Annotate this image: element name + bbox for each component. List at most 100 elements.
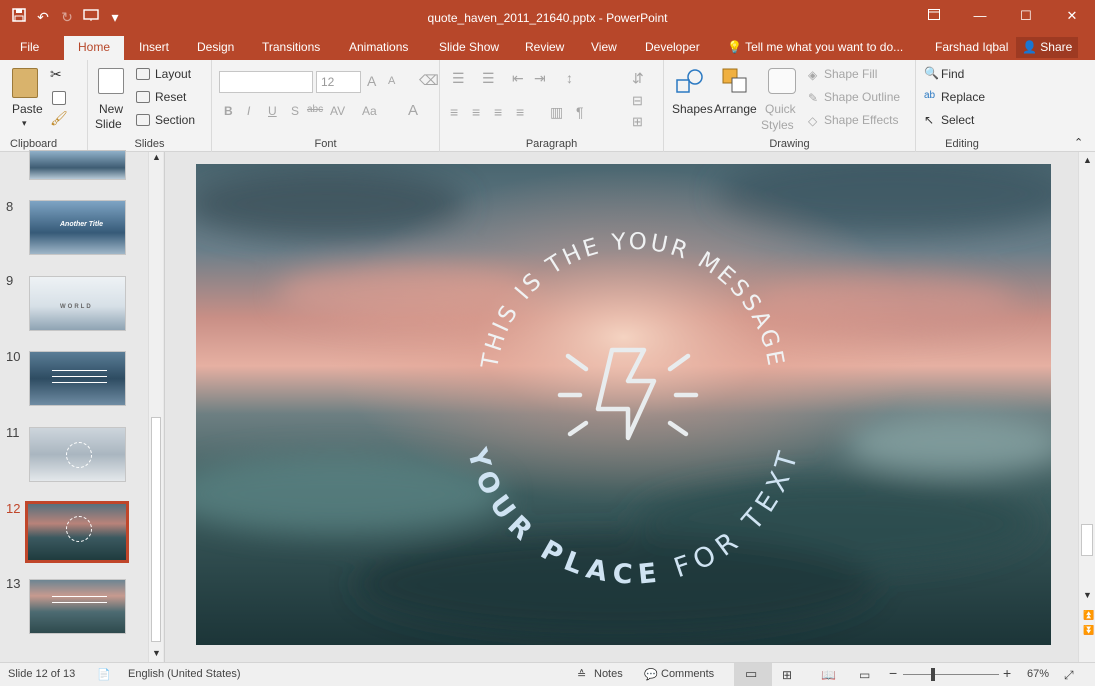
paste-button[interactable]: Paste: [12, 102, 43, 116]
shape-effects-button[interactable]: Shape Effects: [824, 113, 899, 127]
slide-sorter-icon[interactable]: ⊞: [782, 668, 792, 682]
scroll-down-icon[interactable]: ▼: [1083, 590, 1092, 600]
language-indicator[interactable]: English (United States): [128, 668, 241, 680]
tab-review[interactable]: Review: [525, 40, 564, 54]
new-slide-label-1[interactable]: New: [99, 102, 123, 116]
normal-view-icon[interactable]: ▭: [745, 666, 757, 682]
thumbnail-13[interactable]: [29, 579, 126, 634]
shapes-icon[interactable]: [676, 68, 704, 94]
slide-12[interactable]: THIS IS THE YOUR MESSAGE YOUR PLACE FOR …: [196, 164, 1051, 645]
strikethrough-button[interactable]: abc: [307, 104, 323, 115]
char-spacing-button[interactable]: AV: [330, 104, 345, 118]
share-button[interactable]: 👤 Share: [1016, 37, 1079, 58]
clear-formatting-icon[interactable]: ⌫: [419, 72, 439, 89]
shrink-font-icon[interactable]: A: [388, 75, 395, 87]
quick-styles-label-2[interactable]: Styles: [761, 118, 794, 132]
numbering-icon[interactable]: ☰: [482, 70, 495, 87]
zoom-level[interactable]: 67%: [1027, 668, 1049, 680]
text-direction-icon[interactable]: ⇵: [632, 70, 644, 87]
scroll-down-icon[interactable]: ▼: [152, 648, 161, 658]
underline-button[interactable]: U: [268, 104, 277, 118]
thumbnail-scroll-thumb[interactable]: [151, 417, 161, 642]
format-painter-icon[interactable]: 🖌: [50, 110, 68, 127]
cut-icon[interactable]: ✂: [50, 66, 62, 83]
next-slide-icon[interactable]: ⏬: [1083, 625, 1094, 636]
zoom-in-icon[interactable]: +: [1003, 665, 1011, 681]
tab-design[interactable]: Design: [197, 40, 234, 54]
tab-file[interactable]: File: [20, 40, 39, 54]
font-color-button[interactable]: A: [408, 102, 418, 119]
bold-button[interactable]: B: [224, 104, 233, 118]
font-size-input[interactable]: 12: [316, 71, 361, 93]
columns-icon[interactable]: ▥: [550, 104, 563, 121]
thumbnail-12-selected[interactable]: [25, 501, 129, 563]
thumbnail-7[interactable]: [29, 150, 126, 180]
slide-scroll-thumb[interactable]: [1081, 524, 1093, 556]
tab-home[interactable]: Home: [64, 36, 125, 60]
new-slide-icon[interactable]: [98, 68, 124, 94]
previous-slide-icon[interactable]: ⏫: [1083, 610, 1094, 621]
slideshow-view-icon[interactable]: ▭: [859, 668, 870, 682]
justify-icon[interactable]: ≡: [516, 104, 524, 120]
spelling-icon[interactable]: 📄: [97, 668, 111, 681]
zoom-slider[interactable]: [903, 674, 999, 675]
ribbon-display-icon[interactable]: [911, 0, 957, 32]
align-right-icon[interactable]: ≡: [494, 104, 502, 120]
user-name[interactable]: Farshad Iqbal: [935, 40, 1008, 54]
change-case-button[interactable]: Aa: [362, 104, 377, 118]
shape-fill-button[interactable]: Shape Fill: [824, 67, 877, 81]
scroll-up-icon[interactable]: ▲: [152, 152, 161, 162]
close-button[interactable]: ✕: [1049, 0, 1095, 32]
line-spacing-icon[interactable]: ↕: [566, 70, 573, 86]
shape-outline-button[interactable]: Shape Outline: [824, 90, 900, 104]
arrange-button[interactable]: Arrange: [714, 102, 757, 116]
shapes-button[interactable]: Shapes: [672, 102, 713, 116]
align-text-icon[interactable]: ⊟: [632, 93, 643, 109]
reading-view-icon[interactable]: 📖: [821, 668, 836, 682]
thumbnail-11[interactable]: [29, 427, 126, 482]
tab-developer[interactable]: Developer: [645, 40, 700, 54]
paste-icon[interactable]: [12, 68, 38, 98]
smartart-icon[interactable]: ⊞: [632, 114, 643, 130]
maximize-button[interactable]: ☐: [1003, 0, 1049, 32]
bullets-icon[interactable]: ☰: [452, 70, 465, 87]
quick-styles-label-1[interactable]: Quick: [765, 102, 796, 116]
notes-icon[interactable]: ≙: [577, 668, 586, 681]
reset-button[interactable]: Reset: [155, 90, 186, 104]
minimize-button[interactable]: —: [957, 0, 1003, 32]
tab-animations[interactable]: Animations: [349, 40, 408, 54]
thumbnail-scrollbar[interactable]: ▲ ▼: [148, 152, 163, 662]
section-button[interactable]: Section: [155, 113, 195, 127]
comments-icon[interactable]: 💬: [644, 668, 658, 681]
thumbnail-8[interactable]: Another Title: [29, 200, 126, 255]
replace-button[interactable]: Replace: [941, 90, 985, 104]
grow-font-icon[interactable]: A: [367, 73, 376, 89]
fit-slide-icon[interactable]: ⤢: [1064, 668, 1074, 683]
arrange-icon[interactable]: [722, 68, 748, 94]
align-left-icon[interactable]: ≡: [450, 104, 458, 120]
increase-indent-icon[interactable]: ⇥: [534, 70, 546, 87]
new-slide-label-2[interactable]: Slide: [95, 117, 122, 131]
thumbnail-10[interactable]: [29, 351, 126, 406]
tab-transitions[interactable]: Transitions: [262, 40, 320, 54]
zoom-slider-thumb[interactable]: [931, 668, 935, 681]
collapse-ribbon-icon[interactable]: ⌃: [1074, 136, 1083, 149]
copy-icon[interactable]: [52, 91, 66, 105]
tab-slide-show[interactable]: Slide Show: [439, 40, 499, 54]
shadow-button[interactable]: S: [291, 104, 299, 118]
comments-button[interactable]: Comments: [661, 668, 714, 680]
tab-view[interactable]: View: [591, 40, 617, 54]
slide-scrollbar[interactable]: ▲ ▼ ⏫ ⏬: [1078, 152, 1095, 662]
tab-insert[interactable]: Insert: [139, 40, 169, 54]
notes-button[interactable]: Notes: [594, 668, 623, 680]
decrease-indent-icon[interactable]: ⇤: [512, 70, 524, 87]
layout-button[interactable]: Layout: [155, 67, 191, 81]
align-center-icon[interactable]: ≡: [472, 104, 480, 120]
rtl-icon[interactable]: ¶: [576, 104, 584, 120]
quick-styles-icon[interactable]: [768, 68, 796, 94]
tell-me-box[interactable]: 💡 Tell me what you want to do...: [727, 40, 903, 54]
scroll-up-icon[interactable]: ▲: [1083, 155, 1092, 165]
select-button[interactable]: Select: [941, 113, 974, 127]
italic-button[interactable]: I: [247, 104, 250, 118]
font-name-input[interactable]: [219, 71, 313, 93]
